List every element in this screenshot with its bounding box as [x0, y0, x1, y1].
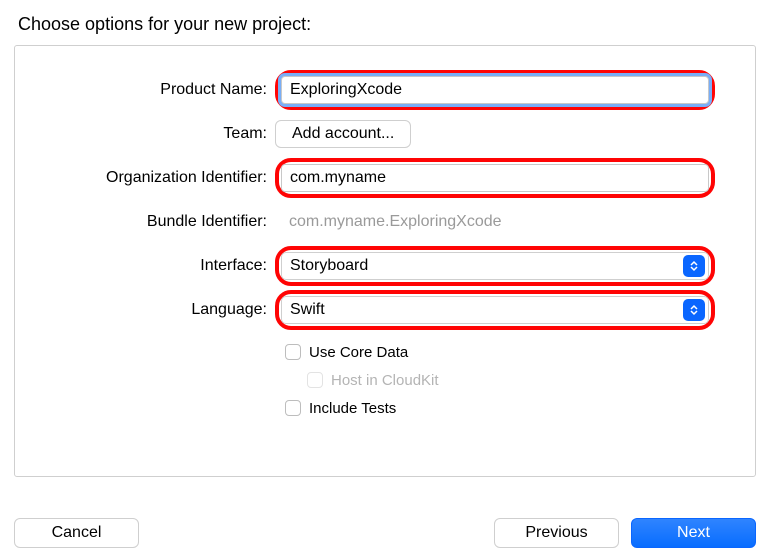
org-identifier-input[interactable]: [281, 164, 709, 192]
label-interface: Interface:: [15, 257, 275, 275]
row-cloudkit: Host in CloudKit: [307, 366, 755, 394]
label-language: Language:: [15, 301, 275, 319]
updown-icon: [683, 299, 705, 321]
label-org-identifier: Organization Identifier:: [15, 169, 275, 187]
row-bundle-identifier: Bundle Identifier: com.myname.ExploringX…: [15, 200, 755, 244]
footer: Cancel Previous Next: [14, 518, 756, 548]
row-org-identifier: Organization Identifier:: [15, 156, 755, 200]
row-interface: Interface: Storyboard: [15, 244, 755, 288]
add-account-button[interactable]: Add account...: [275, 120, 411, 148]
highlight-language: Swift: [275, 290, 715, 330]
cloudkit-checkbox: [307, 372, 323, 388]
interface-select[interactable]: Storyboard: [281, 252, 709, 280]
row-product-name: Product Name:: [15, 68, 755, 112]
row-core-data: Use Core Data: [285, 338, 755, 366]
highlight-org-identifier: [275, 158, 715, 198]
include-tests-checkbox[interactable]: [285, 400, 301, 416]
previous-button[interactable]: Previous: [494, 518, 619, 548]
cloudkit-label: Host in CloudKit: [331, 372, 439, 389]
cancel-button[interactable]: Cancel: [14, 518, 139, 548]
options-panel: Product Name: Team: Add account... Organ…: [14, 45, 756, 477]
language-select-value: Swift: [282, 301, 680, 319]
product-name-input[interactable]: [281, 76, 709, 104]
highlight-product-name: [275, 70, 715, 110]
core-data-label: Use Core Data: [309, 344, 408, 361]
include-tests-label: Include Tests: [309, 400, 396, 417]
row-language: Language: Swift: [15, 288, 755, 332]
label-product-name: Product Name:: [15, 81, 275, 99]
page-title: Choose options for your new project:: [0, 0, 770, 45]
interface-select-value: Storyboard: [282, 257, 680, 275]
highlight-interface: Storyboard: [275, 246, 715, 286]
row-team: Team: Add account...: [15, 112, 755, 156]
bundle-identifier-value: com.myname.ExploringXcode: [275, 213, 502, 231]
core-data-checkbox[interactable]: [285, 344, 301, 360]
next-button[interactable]: Next: [631, 518, 756, 548]
updown-icon: [683, 255, 705, 277]
row-include-tests: Include Tests: [285, 394, 755, 422]
label-team: Team:: [15, 125, 275, 143]
language-select[interactable]: Swift: [281, 296, 709, 324]
label-bundle-identifier: Bundle Identifier:: [15, 213, 275, 231]
